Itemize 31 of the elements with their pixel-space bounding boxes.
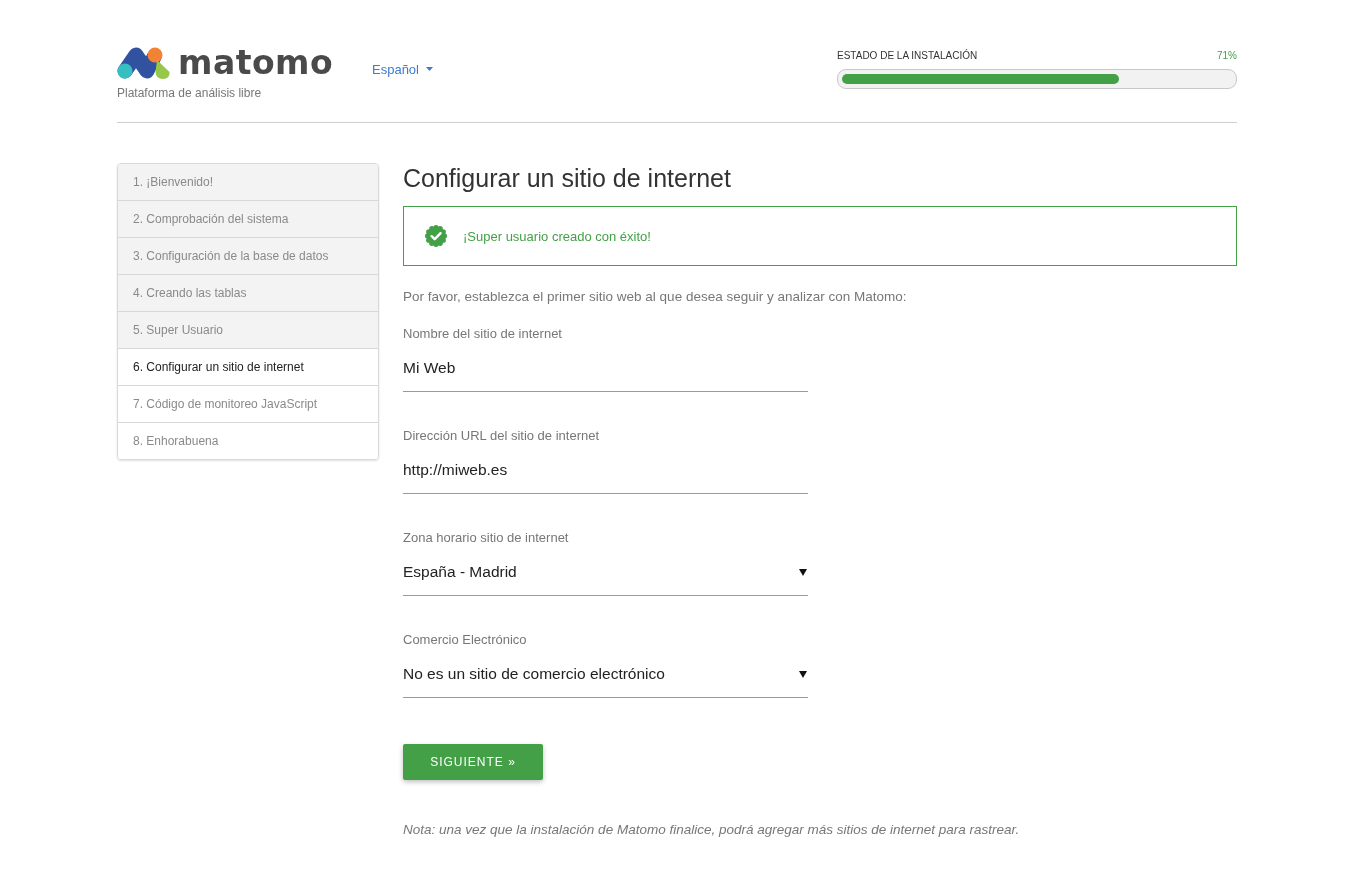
- field-label: Nombre del sitio de internet: [403, 325, 563, 343]
- note-text: Nota: una vez que la instalación de Matomo finalice, podrá agregar más sitios de internet para rastrear.: [403, 821, 1021, 839]
- dropdown-field[interactable]: No es un sitio de comercio electrónico: [403, 657, 808, 698]
- step-item[interactable]: 2. Comprobación del sistema: [118, 201, 378, 238]
- logo-tagline: Plataforma de análisis libre: [117, 86, 263, 100]
- progress-label: ESTADO DE LA INSTALACIÓN: [837, 49, 978, 61]
- logo-icon: [117, 47, 171, 79]
- step-item[interactable]: 6. Configurar un sitio de internet: [118, 349, 378, 386]
- field-label: Dirección URL del sitio de internet: [403, 427, 601, 445]
- language-dropdown[interactable]: Español: [372, 60, 433, 78]
- step-item[interactable]: 7. Código de monitoreo JavaScript: [118, 386, 378, 423]
- text-field[interactable]: Mi Web: [403, 351, 808, 392]
- dropdown-field[interactable]: España - Madrid: [403, 555, 808, 596]
- step-item[interactable]: 4. Creando las tablas: [118, 275, 378, 312]
- progress-percent: 71%: [1217, 49, 1237, 61]
- next-button[interactable]: SIGUIENTE »: [403, 744, 543, 780]
- step-item[interactable]: 3. Configuración de la base de datos: [118, 238, 378, 275]
- step-item[interactable]: 1. ¡Bienvenido!: [118, 164, 378, 201]
- notice-text: ¡Super usuario creado con éxito!: [463, 228, 651, 244]
- caret-icon: [799, 670, 807, 678]
- caret-icon: [426, 67, 433, 71]
- logo-wordmark: matomo: [178, 46, 334, 80]
- check-badge-icon: [425, 225, 447, 247]
- page-title: Configurar un sitio de internet: [403, 163, 732, 193]
- field-label: Zona horario sitio de internet: [403, 529, 570, 547]
- step-item[interactable]: 8. Enhorabuena: [118, 423, 378, 459]
- step-item[interactable]: 5. Super Usuario: [118, 312, 378, 349]
- text-field[interactable]: http://miweb.es: [403, 453, 808, 494]
- intro-text: Por favor, establezca el primer sitio web al que desea seguir y analizar con Matomo:: [403, 288, 908, 306]
- field-label: Comercio Electrónico: [403, 631, 528, 649]
- caret-icon: [799, 568, 807, 576]
